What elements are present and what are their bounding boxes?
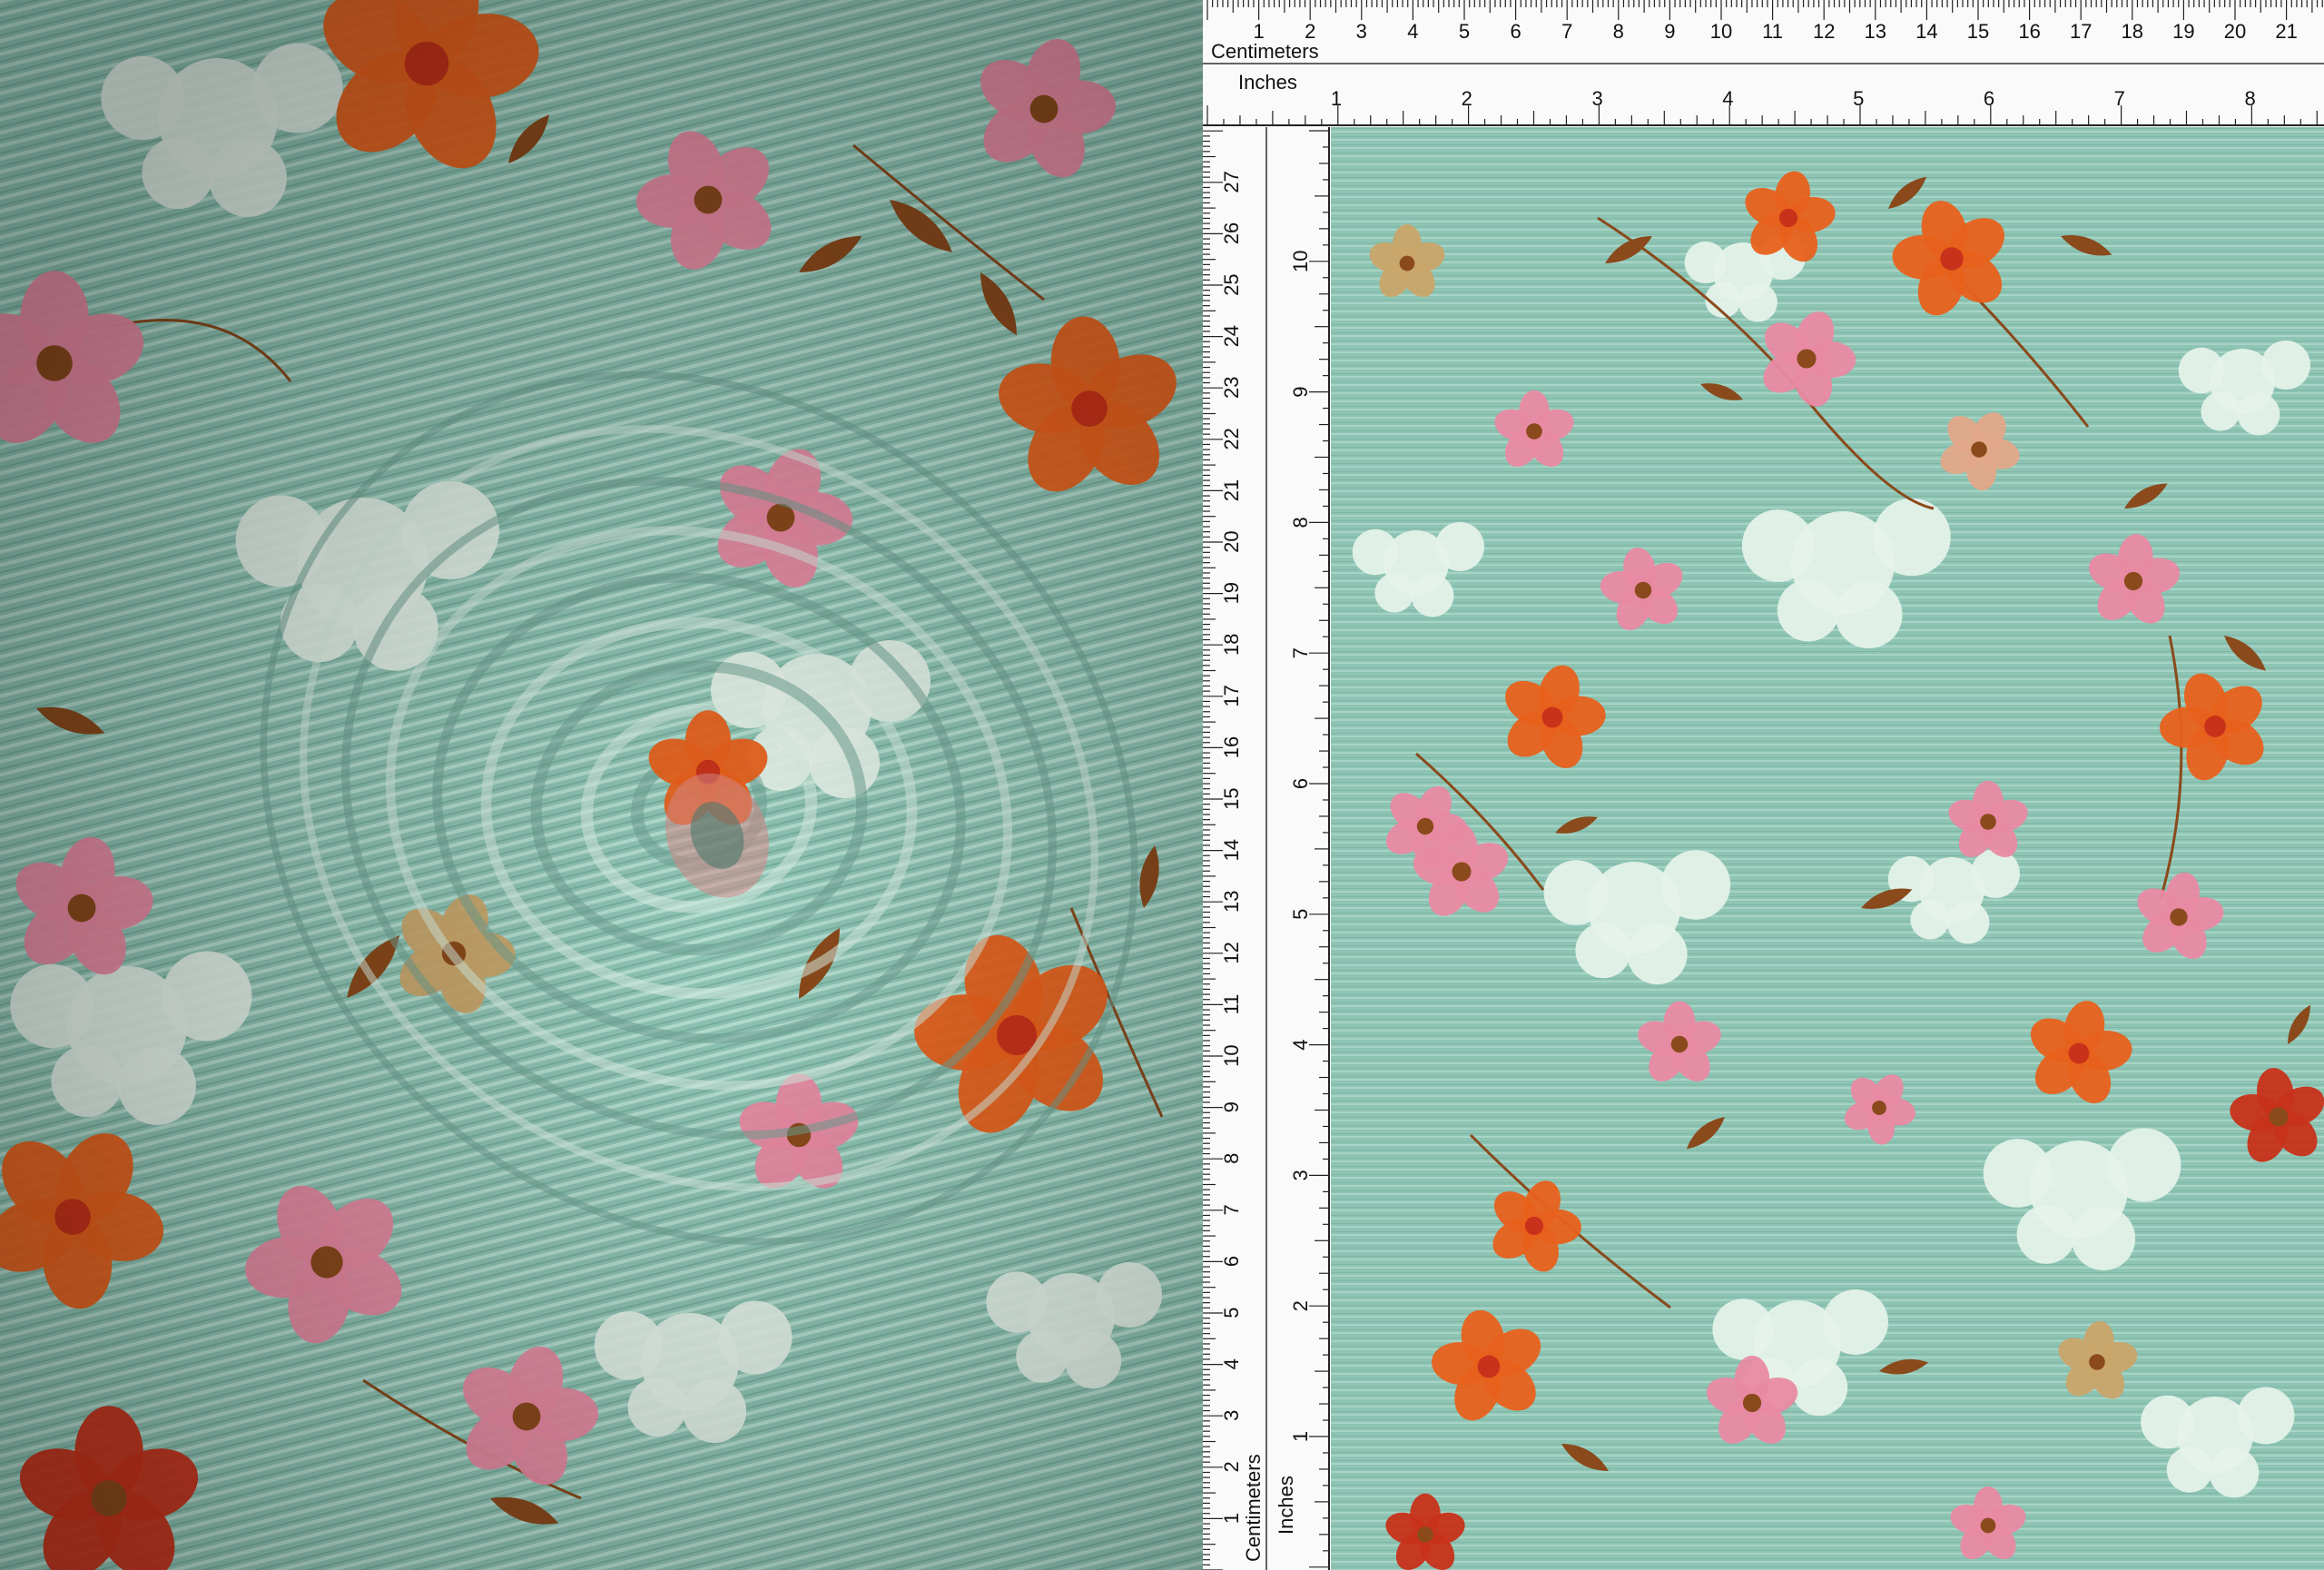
left-cm-number: 2 [1220, 1461, 1243, 1472]
left-cm-number: 24 [1220, 325, 1243, 347]
top-centimeters-label: Centimeters [1211, 40, 1319, 63]
left-inch-number: 8 [1289, 517, 1312, 528]
top-cm-number: 12 [1813, 20, 1835, 43]
left-cm-number: 22 [1220, 428, 1243, 449]
top-inch-number: 6 [1984, 87, 1994, 110]
top-cm-number: 13 [1865, 20, 1886, 43]
left-inch-number: 2 [1289, 1300, 1312, 1311]
left-inch-number: 4 [1289, 1039, 1312, 1050]
left-cm-number: 4 [1220, 1358, 1243, 1369]
left-cm-number: 1 [1220, 1513, 1243, 1524]
left-inch-number: 6 [1289, 778, 1312, 789]
fabric-product-photo: 1 2 3 4 5 6 7 8 9 10 11 12 13 14 15 16 17 18 19 20 21 123456… [0, 0, 2324, 1570]
left-cm-number: 23 [1220, 377, 1243, 399]
flat-fabric-panel [1331, 127, 2324, 1570]
top-cm-number: 5 [1459, 20, 1470, 43]
left-centimeters-label: Centimeters [1242, 1454, 1265, 1562]
left-inches-label: Inches [1275, 1476, 1297, 1535]
top-cm-number: 10 [1710, 20, 1732, 43]
left-cm-number: 16 [1220, 736, 1243, 758]
top-inch-number: 7 [2114, 87, 2125, 110]
draped-fabric-panel [0, 0, 1203, 1570]
left-cm-number: 6 [1220, 1256, 1243, 1267]
left-cm-number: 19 [1220, 582, 1243, 604]
top-cm-number: 8 [1613, 20, 1624, 43]
left-inch-number: 5 [1289, 909, 1312, 920]
left-cm-number: 20 [1220, 530, 1243, 552]
top-cm-number: 6 [1510, 20, 1521, 43]
left-cm-number: 27 [1220, 171, 1243, 193]
left-cm-number: 13 [1220, 891, 1243, 913]
left-inch-number: 10 [1289, 251, 1312, 272]
top-cm-number: 17 [2070, 20, 2092, 43]
top-inch-number: 3 [1591, 87, 1602, 110]
top-cm-number: 15 [1967, 20, 1989, 43]
top-inch-number: 2 [1462, 87, 1472, 110]
left-cm-number: 9 [1220, 1101, 1243, 1112]
left-cm-number: 18 [1220, 634, 1243, 656]
left-cm-number: 21 [1220, 479, 1243, 501]
top-inch-number: 1 [1331, 87, 1342, 110]
left-cm-number: 26 [1220, 222, 1243, 244]
top-cm-number: 16 [2018, 20, 2040, 43]
top-cm-number: 14 [1915, 20, 1937, 43]
top-cm-number: 9 [1664, 20, 1675, 43]
left-cm-number: 17 [1220, 685, 1243, 706]
left-cm-number: 3 [1220, 1410, 1243, 1421]
top-cm-number: 3 [1356, 20, 1367, 43]
top-inch-number: 8 [2244, 87, 2255, 110]
top-ruler: 1 2 3 4 5 6 7 8 9 10 11 12 13 14 15 16 17 18 19 20 21 123456… [1203, 0, 2324, 127]
top-inches-label: Inches [1238, 71, 1297, 94]
left-cm-number: 7 [1220, 1204, 1243, 1215]
top-cm-number: 21 [2275, 20, 2297, 43]
top-cm-number: 20 [2224, 20, 2246, 43]
left-inch-number: 7 [1289, 647, 1312, 658]
top-cm-number: 18 [2122, 20, 2143, 43]
left-cm-number: 5 [1220, 1307, 1243, 1318]
top-cm-number: 7 [1561, 20, 1572, 43]
left-cm-number: 10 [1220, 1044, 1243, 1066]
top-cm-number: 11 [1762, 20, 1783, 43]
left-cm-number: 14 [1220, 839, 1243, 861]
left-cm-number: 11 [1220, 994, 1243, 1015]
top-inch-number: 4 [1722, 87, 1733, 110]
top-ruler-cm-numbers: 1 2 3 4 5 6 7 8 9 10 11 12 13 14 15 16 17 18 19 20 21 [1253, 20, 2297, 43]
left-cm-number: 15 [1220, 787, 1243, 809]
top-cm-number: 19 [2172, 20, 2194, 43]
left-inch-number: 9 [1289, 386, 1312, 397]
left-inch-number: 1 [1289, 1431, 1312, 1442]
top-cm-number: 4 [1407, 20, 1418, 43]
left-ruler: 1234567891011121314151617181920212223242… [1203, 127, 1331, 1570]
left-cm-number: 8 [1220, 1153, 1243, 1164]
left-inch-number: 3 [1289, 1170, 1312, 1180]
left-cm-number: 25 [1220, 273, 1243, 295]
top-inch-number: 5 [1853, 87, 1864, 110]
left-cm-number: 12 [1220, 942, 1243, 963]
